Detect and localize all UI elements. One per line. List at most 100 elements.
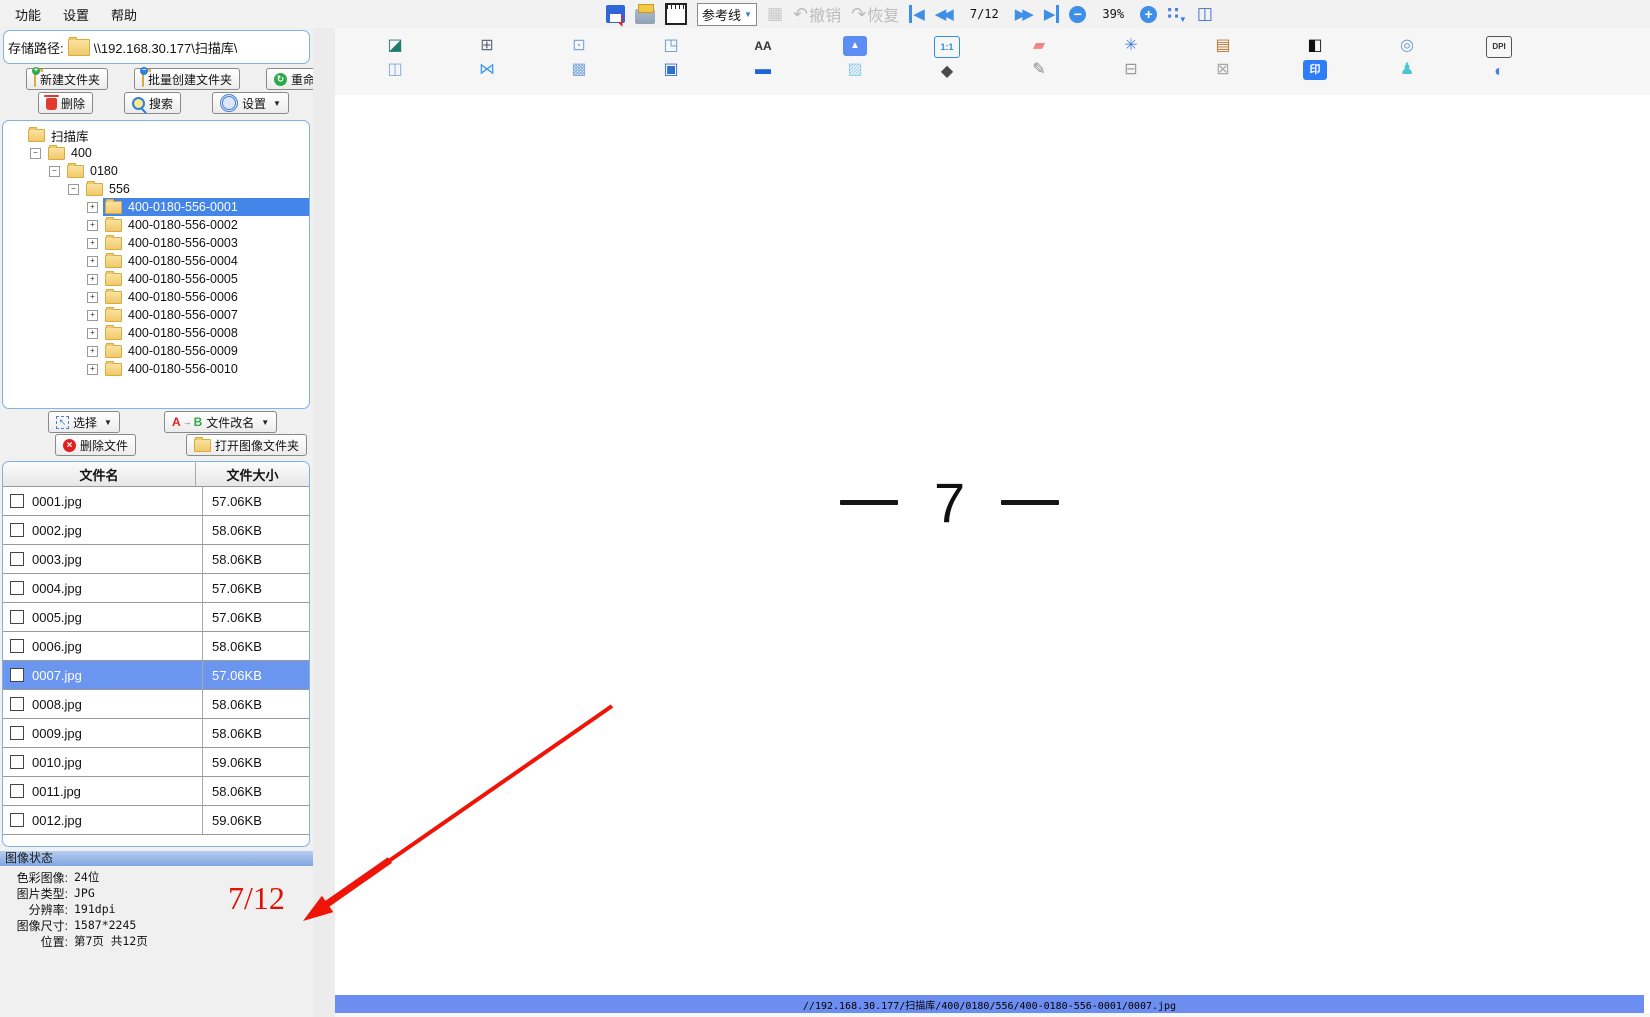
one-to-one-icon[interactable]: 1:1 [934,36,960,58]
tree-toggle-icon[interactable]: + [87,364,98,375]
prev-page-button[interactable]: ◀◀ [935,5,954,23]
tree-node[interactable]: 扫描库 [3,126,309,144]
save-button[interactable] [606,5,625,23]
photo-icon[interactable]: ▲ [843,36,867,56]
table-row[interactable]: 0001.jpg57.06KB [3,487,309,516]
splitter[interactable] [313,28,335,1017]
column-header-filesize[interactable]: 文件大小 [196,462,309,486]
extract-page-icon[interactable]: ◪ [383,36,407,56]
text-highlight-icon[interactable]: ▬ [751,60,775,80]
tree-toggle-icon[interactable]: + [87,274,98,285]
tree-node[interactable]: −400 [3,144,309,162]
file-checkbox[interactable] [10,697,24,711]
file-checkbox[interactable] [10,523,24,537]
select-button[interactable]: ↖ 选择 ▼ [48,411,120,433]
table-row[interactable]: 0010.jpg59.06KB [3,748,309,777]
tree-node[interactable]: +400-0180-556-0002 [3,216,309,234]
print-button[interactable] [635,5,655,24]
new-folder-button[interactable]: + 新建文件夹 [26,68,108,90]
stamp-char-icon[interactable]: 印 [1303,60,1327,80]
scan-copy-icon[interactable]: ⊞ [475,36,499,56]
tree-toggle-icon[interactable]: + [87,238,98,249]
contrast-icon[interactable]: ◐ [1487,62,1511,82]
repair-pen-icon[interactable]: ✎ [1027,60,1051,80]
resize-image-icon[interactable]: ◳ [659,36,683,56]
tree-toggle-icon[interactable]: + [87,292,98,303]
flip-horizontal-icon[interactable]: ⋈ [475,60,499,80]
column-header-filename[interactable]: 文件名 [3,462,196,486]
table-row[interactable]: 0006.jpg58.06KB [3,632,309,661]
delete-button[interactable]: 删除 [38,92,93,114]
menu-item[interactable]: 功能 [4,5,52,24]
marquee-adjust-icon[interactable]: ▩ [567,60,591,80]
duplicate-icon[interactable]: ⊟ [1119,60,1143,80]
table-row[interactable]: 0003.jpg58.06KB [3,545,309,574]
redo-button[interactable]: ↷ 恢复 [851,2,899,26]
table-row[interactable]: 0005.jpg57.06KB [3,603,309,632]
tree-toggle-icon[interactable]: − [68,184,79,195]
tree-node[interactable]: +400-0180-556-0006 [3,288,309,306]
ruler-button[interactable] [665,3,687,25]
zoom-out-button[interactable]: − [1069,6,1086,23]
invert-bw-icon[interactable]: ◧ [1303,36,1327,56]
open-image-folder-button[interactable]: 打开图像文件夹 [186,434,307,456]
dpi-icon[interactable]: DPI [1486,36,1512,58]
insert-image-icon[interactable]: ▣ [659,60,683,80]
soft-eraser-icon[interactable]: ▰ [1027,36,1051,56]
tree-node[interactable]: −0180 [3,162,309,180]
hatch-pattern-icon[interactable]: ▨ [843,60,867,80]
tree-toggle-icon[interactable]: − [30,148,41,159]
file-checkbox[interactable] [10,726,24,740]
tree-node[interactable]: +400-0180-556-0003 [3,234,309,252]
tree-node[interactable]: +400-0180-556-0007 [3,306,309,324]
first-page-button[interactable]: ◀ [909,5,925,23]
reference-line-dropdown[interactable]: 参考线 ▼ [697,3,757,26]
table-row[interactable]: 0007.jpg57.06KB [3,661,309,690]
delete-file-button[interactable]: × 删除文件 [55,434,136,456]
table-row[interactable]: 0004.jpg57.06KB [3,574,309,603]
rename-file-button[interactable]: A→B 文件改名 ▼ [164,411,277,433]
document-canvas[interactable]: 7 //192.168.30.177/扫描库/400/0180/556/400-… [335,95,1650,1013]
tree-toggle-icon[interactable]: + [87,202,98,213]
file-checkbox[interactable] [10,813,24,827]
tree-toggle-icon[interactable]: + [87,346,98,357]
file-checkbox[interactable] [10,494,24,508]
tree-toggle-icon[interactable]: − [49,166,60,177]
file-checkbox[interactable] [10,639,24,653]
target-icon[interactable]: ◎ [1395,36,1419,56]
tree-toggle-icon[interactable]: + [87,220,98,231]
file-checkbox[interactable] [10,552,24,566]
tree-node[interactable]: −556 [3,180,309,198]
export-image-button[interactable]: ▦ [767,4,783,24]
table-row[interactable]: 0011.jpg58.06KB [3,777,309,806]
table-row[interactable]: 0008.jpg58.06KB [3,690,309,719]
file-checkbox[interactable] [10,668,24,682]
settings-button[interactable]: 设置 ▼ [212,92,289,114]
font-icon[interactable]: AA [751,36,775,56]
zoom-in-button[interactable]: + [1140,6,1157,23]
tree-node[interactable]: +400-0180-556-0009 [3,342,309,360]
tree-node[interactable]: +400-0180-556-0008 [3,324,309,342]
last-page-button[interactable]: ▶ [1044,5,1060,23]
denoise-icon[interactable]: ✳ [1119,36,1143,56]
menu-item[interactable]: 设置 [52,5,100,24]
file-checkbox[interactable] [10,784,24,798]
tree-node[interactable]: +400-0180-556-0001 [3,198,309,216]
tree-node[interactable]: +400-0180-556-0005 [3,270,309,288]
file-checkbox[interactable] [10,755,24,769]
tree-toggle-icon[interactable]: + [87,328,98,339]
table-row[interactable]: 0009.jpg58.06KB [3,719,309,748]
menu-item[interactable]: 帮助 [100,5,148,24]
doc-info-icon[interactable]: ▤ [1211,36,1235,56]
tree-node[interactable]: +400-0180-556-0004 [3,252,309,270]
facing-pages-button[interactable]: ◫ [1197,4,1213,24]
tree-node[interactable]: +400-0180-556-0010 [3,360,309,378]
search-button[interactable]: 搜索 [124,92,181,114]
table-row[interactable]: 0002.jpg58.06KB [3,516,309,545]
stamp-icon[interactable]: ♟ [1395,60,1419,80]
tree-toggle-icon[interactable]: + [87,256,98,267]
eraser-icon[interactable]: ◆ [935,62,959,82]
marquee-select-icon[interactable]: ⊡ [567,36,591,56]
next-page-button[interactable]: ▶▶ [1015,5,1034,23]
file-checkbox[interactable] [10,610,24,624]
